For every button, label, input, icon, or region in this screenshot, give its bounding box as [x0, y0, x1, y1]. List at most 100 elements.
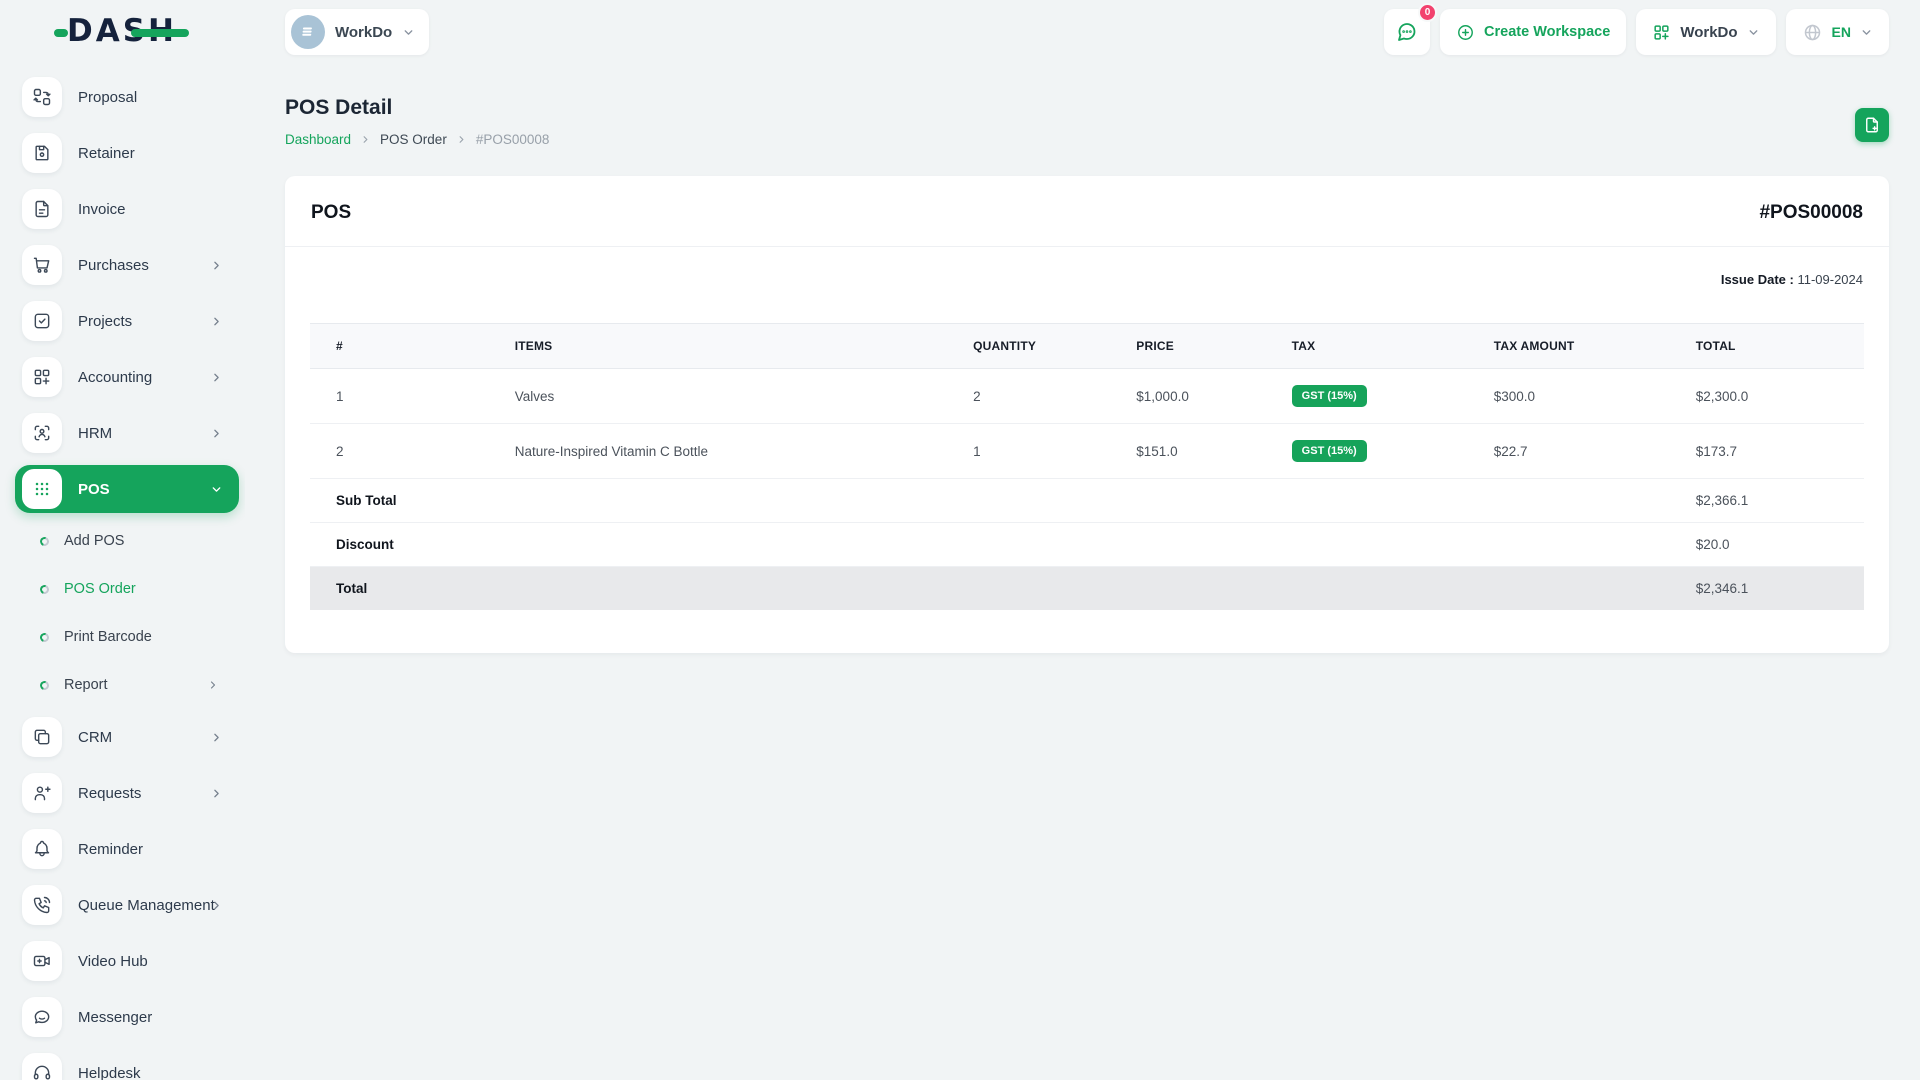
grid-plus-icon — [1654, 24, 1669, 40]
sidebar-item-label: Reminder — [78, 840, 144, 858]
chevron-right-icon — [214, 789, 219, 797]
circle-plus-icon — [1458, 24, 1473, 40]
sidebar-item-requests[interactable]: Requests — [0, 765, 245, 821]
sidebar-item-messenger[interactable]: Messenger — [0, 989, 245, 1045]
column-header-price: PRICE — [1110, 323, 1266, 369]
chevron-right-icon — [210, 681, 216, 689]
subtotal-label: Sub Total — [310, 478, 1670, 523]
breadcrumb-current: #POS00008 — [475, 132, 550, 147]
workdo-menu-label: WorkDo — [1680, 23, 1738, 41]
cell-price: $1,000.0 — [1110, 368, 1266, 424]
bullet-icon — [38, 631, 51, 643]
language-selector[interactable]: EN — [1785, 9, 1889, 55]
sidebar-item-label: Accounting — [78, 368, 153, 386]
user-plus-icon — [22, 773, 62, 813]
bell-icon — [22, 829, 62, 869]
sidebar-item-video-hub[interactable]: Video Hub — [0, 933, 245, 989]
sidebar-item-label: Projects — [78, 312, 133, 330]
workspace-name: WorkDo — [335, 23, 393, 41]
sidebar-item-accounting[interactable]: Accounting — [0, 349, 245, 405]
table-row: 2 Nature-Inspired Vitamin C Bottle 1 $15… — [310, 423, 1864, 479]
copy-icon — [22, 717, 62, 757]
sidebar-item-label: Messenger — [78, 1008, 153, 1026]
messages-button[interactable]: 0 — [1384, 3, 1438, 55]
sidebar-item-invoice[interactable]: Invoice — [0, 181, 245, 237]
sidebar-item-pos[interactable]: POS — [0, 461, 245, 517]
breadcrumb: Dashboard POS Order #POS00008 — [285, 132, 1920, 147]
sidebar-subitem-label: Add POS — [64, 533, 125, 549]
table-row: 1 Valves 2 $1,000.0 GST (15%) $300.0 $2,… — [310, 368, 1864, 424]
sidebar-subitem-pos-order[interactable]: POS Order — [0, 565, 245, 613]
sidebar-subitem-add-pos[interactable]: Add POS — [0, 517, 245, 565]
chevron-right-icon — [363, 136, 368, 143]
chevron-down-icon — [404, 29, 413, 35]
subtotal-row: Sub Total $2,366.1 — [310, 478, 1864, 523]
sidebar-subitem-label: POS Order — [64, 581, 136, 597]
file-plus-icon — [1866, 117, 1878, 133]
discount-value: $20.0 — [1669, 522, 1864, 567]
subtotal-value: $2,366.1 — [1669, 478, 1864, 523]
bullet-icon — [38, 583, 51, 595]
discount-label: Discount — [310, 522, 1670, 567]
phone-call-icon — [22, 885, 62, 925]
sidebar-item-label: POS — [78, 480, 110, 498]
sidebar-item-label: Purchases — [78, 256, 149, 274]
sidebar-item-helpdesk[interactable]: Helpdesk — [0, 1045, 245, 1080]
issue-date: Issue Date : 11-09-2024 — [285, 247, 1889, 287]
sidebar-item-retainer[interactable]: Retainer — [0, 125, 245, 181]
chevron-down-icon — [1749, 29, 1757, 35]
message-dots-icon — [1398, 23, 1416, 41]
total-row: Total $2,346.1 — [310, 566, 1864, 610]
topbar: DASH WorkDo 0 Create Workspace WorkDo EN — [0, 0, 1920, 64]
card-header: POS #POS00008 — [285, 176, 1889, 224]
sidebar-item-queue-management[interactable]: Queue Management — [0, 877, 245, 933]
sidebar-item-pos-active[interactable]: POS — [15, 465, 239, 513]
video-camera-icon — [22, 941, 62, 981]
chevron-right-icon — [214, 733, 219, 741]
sidebar-subitem-report[interactable]: Report — [0, 661, 245, 709]
chevron-right-icon — [214, 373, 219, 381]
sidebar-item-label: CRM — [78, 728, 113, 746]
sidebar-item-label: Retainer — [78, 144, 135, 162]
sidebar-item-projects[interactable]: Projects — [0, 293, 245, 349]
chevron-right-icon — [214, 317, 219, 325]
cell-total: $173.7 — [1669, 423, 1864, 479]
sidebar-item-label: Video Hub — [78, 952, 148, 970]
messages-count-badge: 0 — [1418, 3, 1438, 22]
main-content: POS Detail Dashboard POS Order #POS00008… — [245, 64, 1920, 1080]
total-value: $2,346.1 — [1669, 566, 1864, 610]
breadcrumb-dashboard-link[interactable]: Dashboard — [285, 132, 351, 147]
bullet-icon — [38, 679, 51, 691]
column-header-num: # — [310, 323, 489, 369]
checkbox-icon — [22, 301, 62, 341]
bullet-icon — [38, 535, 51, 547]
sidebar-item-crm[interactable]: CRM — [0, 709, 245, 765]
sidebar: Proposal Retainer Invoice Purchases Proj… — [0, 64, 245, 1080]
workspace-avatar — [291, 15, 325, 49]
tax-badge: GST (15%) — [1291, 385, 1367, 407]
export-pos-button[interactable] — [1855, 108, 1889, 142]
workspace-selector[interactable]: WorkDo — [285, 9, 430, 55]
sidebar-item-reminder[interactable]: Reminder — [0, 821, 245, 877]
sidebar-subitem-print-barcode[interactable]: Print Barcode — [0, 613, 245, 661]
logo-dot — [54, 29, 68, 37]
chevron-right-icon — [459, 136, 464, 143]
column-header-items: ITEMS — [488, 323, 948, 369]
floppy-disk-icon — [22, 133, 62, 173]
card-title: POS — [311, 202, 352, 223]
tax-badge: GST (15%) — [1291, 440, 1367, 462]
create-workspace-button[interactable]: Create Workspace — [1440, 9, 1627, 55]
pos-number: #POS00008 — [1759, 202, 1863, 223]
cell-num: 1 — [310, 368, 489, 424]
pos-detail-card: POS #POS00008 Issue Date : 11-09-2024 # … — [285, 176, 1889, 653]
column-header-tax-amount: TAX AMOUNT — [1467, 323, 1670, 369]
sidebar-item-proposal[interactable]: Proposal — [0, 69, 245, 125]
cell-tax-amount: $22.7 — [1467, 423, 1670, 479]
workdo-menu-button[interactable]: WorkDo — [1636, 9, 1776, 55]
sidebar-item-purchases[interactable]: Purchases — [0, 237, 245, 293]
cell-quantity: 2 — [947, 368, 1111, 424]
total-label: Total — [310, 566, 1670, 610]
apps-grid-icon — [22, 469, 62, 509]
sidebar-item-hrm[interactable]: HRM — [0, 405, 245, 461]
create-workspace-label: Create Workspace — [1484, 24, 1611, 40]
